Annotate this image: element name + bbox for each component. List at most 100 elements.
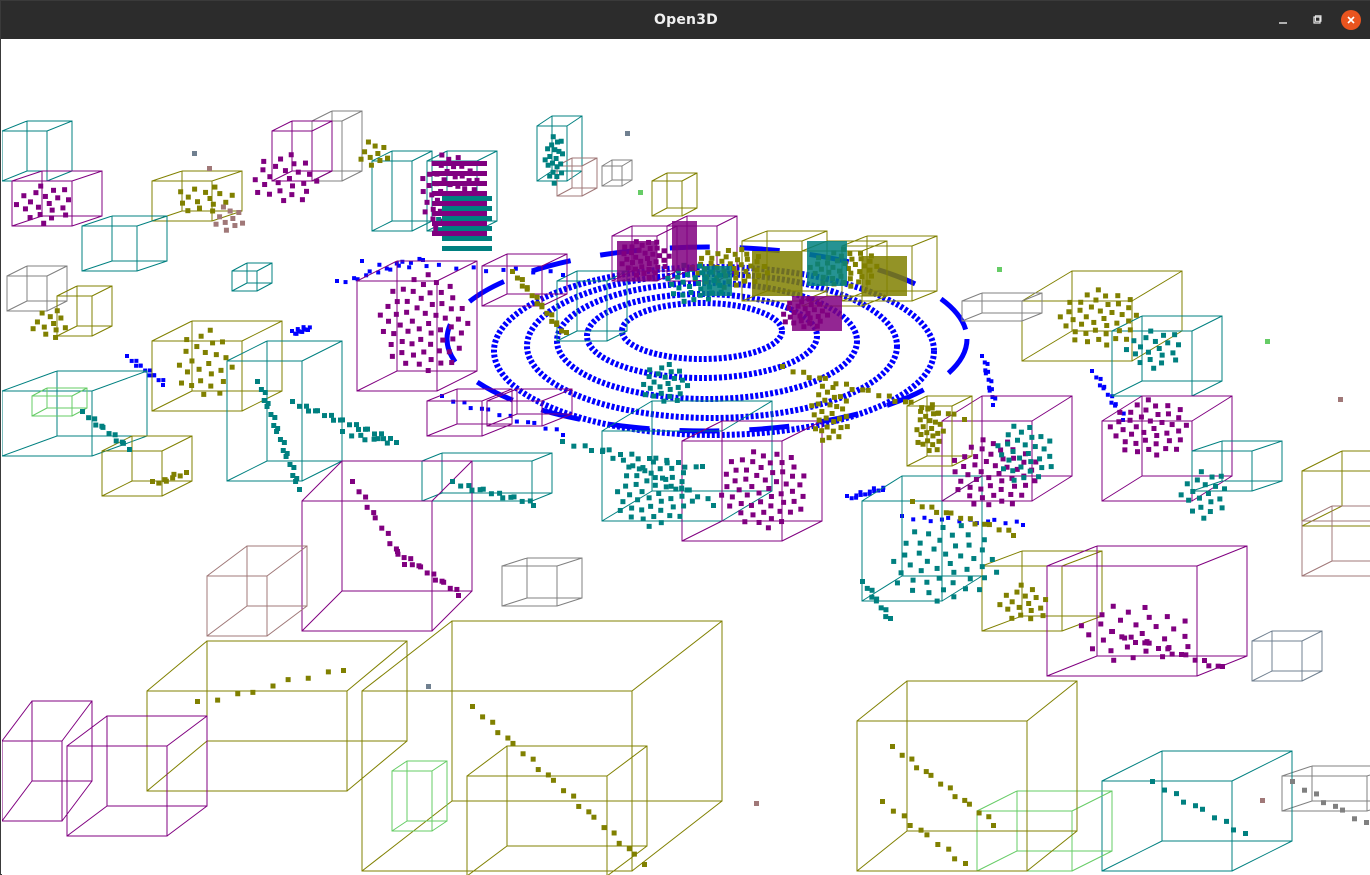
point — [676, 368, 682, 374]
point — [449, 360, 455, 366]
point — [629, 451, 635, 457]
point — [973, 476, 979, 482]
point — [1098, 376, 1103, 381]
point — [1101, 386, 1106, 391]
point — [1156, 346, 1162, 351]
point — [633, 481, 639, 487]
point — [1177, 407, 1183, 413]
point — [989, 556, 995, 562]
point — [302, 160, 308, 166]
point — [920, 441, 926, 447]
point — [207, 166, 212, 171]
point — [410, 288, 416, 294]
point — [1107, 424, 1113, 430]
point — [914, 765, 920, 771]
point — [940, 428, 946, 434]
point — [962, 797, 968, 803]
point — [824, 389, 830, 395]
point — [120, 440, 126, 446]
point — [840, 406, 846, 412]
point — [372, 515, 378, 521]
point — [1146, 446, 1152, 452]
point — [358, 156, 364, 162]
point — [1113, 403, 1118, 408]
point — [679, 479, 685, 485]
point — [230, 216, 236, 221]
point — [1022, 593, 1028, 599]
point — [176, 362, 182, 368]
point — [669, 474, 675, 480]
point — [325, 669, 331, 675]
point — [733, 467, 739, 473]
point — [289, 183, 295, 189]
point — [13, 202, 19, 208]
point — [1098, 621, 1104, 627]
point — [561, 788, 567, 794]
point — [291, 161, 297, 167]
point — [638, 190, 643, 195]
point — [962, 454, 968, 460]
point — [934, 565, 940, 571]
minimize-button[interactable] — [1273, 10, 1293, 30]
point — [684, 272, 690, 278]
point — [27, 199, 33, 205]
bounding-box — [961, 292, 1043, 322]
point — [393, 311, 399, 317]
point — [261, 158, 267, 164]
point — [1116, 328, 1122, 334]
point — [1029, 587, 1035, 593]
point — [670, 504, 676, 510]
point — [1066, 309, 1072, 315]
point-stack — [432, 191, 487, 196]
point — [819, 383, 825, 389]
point — [1100, 637, 1106, 643]
point — [1173, 357, 1179, 363]
point — [210, 340, 216, 346]
point — [484, 269, 489, 274]
3d-viewport[interactable] — [2, 39, 1370, 875]
maximize-button[interactable] — [1307, 10, 1327, 30]
point — [456, 345, 462, 351]
point — [1133, 440, 1139, 446]
point — [689, 498, 695, 504]
point — [213, 352, 219, 358]
point — [350, 479, 355, 484]
point — [628, 514, 634, 520]
bounding-box — [1251, 630, 1323, 682]
point — [497, 490, 503, 496]
point — [349, 433, 355, 439]
point — [744, 256, 750, 262]
point — [510, 740, 516, 746]
point — [620, 499, 626, 505]
point — [466, 483, 472, 489]
close-button[interactable] — [1341, 10, 1361, 30]
point — [988, 451, 994, 457]
point — [735, 257, 741, 263]
title-bar[interactable]: Open3D — [1, 1, 1370, 39]
point — [1127, 327, 1133, 333]
point — [724, 484, 730, 490]
point — [49, 207, 55, 213]
point — [1093, 297, 1099, 303]
point — [469, 487, 475, 493]
point — [920, 424, 926, 430]
point — [1189, 508, 1195, 514]
point — [852, 261, 858, 267]
point — [1181, 799, 1186, 805]
point — [998, 486, 1004, 492]
point — [928, 772, 934, 778]
point — [646, 523, 652, 529]
point — [297, 403, 302, 409]
point — [1005, 432, 1011, 438]
point — [781, 311, 787, 317]
point — [411, 277, 417, 283]
point — [420, 282, 426, 288]
point — [363, 494, 369, 500]
object-block — [672, 221, 697, 271]
point — [295, 169, 301, 175]
point — [1220, 664, 1225, 669]
point — [930, 442, 936, 448]
point — [402, 562, 407, 567]
point — [213, 221, 219, 227]
point — [356, 426, 361, 432]
